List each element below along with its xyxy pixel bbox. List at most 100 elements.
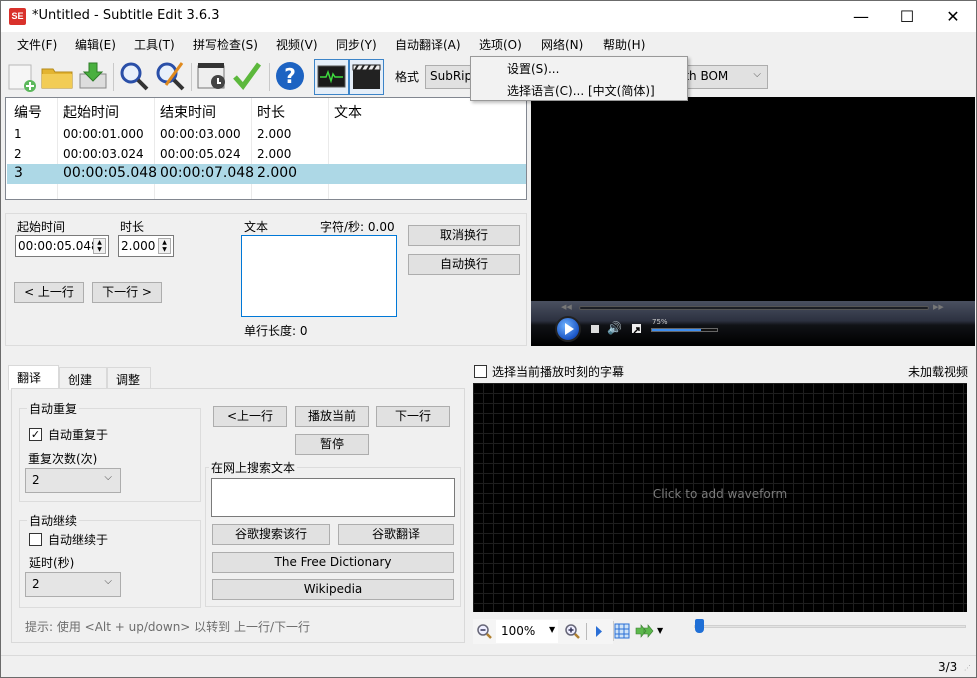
menu-network[interactable]: 网络(N): [541, 36, 583, 53]
visual-sync-icon[interactable]: [196, 60, 228, 92]
chars-per-second-label: 字符/秒: 0.00: [320, 220, 395, 234]
start-time-label: 起始时间: [17, 220, 66, 234]
menu-auto-translate[interactable]: 自动翻译(A): [395, 36, 461, 53]
table-row[interactable]: 1 00:00:01.000 00:00:03.000 2.000: [7, 124, 526, 144]
rewind-icon[interactable]: ◀◀: [561, 303, 572, 311]
minimize-icon: —: [853, 7, 869, 26]
svg-text:?: ?: [284, 64, 296, 88]
repeat-count-label: 重复次数(次): [28, 452, 98, 466]
subtitle-text-input[interactable]: [241, 235, 397, 317]
waveform-zoom-select[interactable]: 100% ▼: [496, 620, 558, 643]
cell-end: 00:00:03.000: [160, 127, 241, 141]
fast-forward-icon[interactable]: ▶▶: [933, 303, 944, 311]
web-search-input[interactable]: [211, 478, 455, 517]
video-toggle-button[interactable]: [349, 59, 384, 95]
app-window: SE *Untitled - Subtitle Edit 3.6.3 — ☐ ✕…: [0, 0, 977, 678]
google-search-button[interactable]: 谷歌搜索该行: [212, 524, 330, 545]
cell-duration: 2.000: [257, 165, 298, 181]
table-row[interactable]: 2 00:00:03.024 00:00:05.024 2.000: [7, 144, 526, 164]
free-dictionary-button[interactable]: The Free Dictionary: [212, 552, 454, 573]
spell-check-icon[interactable]: [231, 60, 263, 92]
window-title: *Untitled - Subtitle Edit 3.6.3: [32, 8, 220, 23]
play-button[interactable]: [555, 316, 581, 342]
keyboard-hint: 提示: 使用 <Alt + up/down> 以转到 上一行/下一行: [25, 620, 311, 634]
translate-tab-page: 自动重复 ✓ 自动重复于 重复次数(次) 2 ⌵ 自动继续 自动继续于 延时(秒…: [11, 388, 465, 643]
minimize-button[interactable]: —: [838, 1, 884, 32]
volume-icon[interactable]: 🔊: [607, 321, 622, 335]
auto-repeat-group-title: 自动重复: [27, 400, 80, 417]
tab-adjust[interactable]: 调整: [107, 367, 151, 389]
dropdown-arrow-icon[interactable]: ▼: [657, 626, 663, 635]
subtitle-list-header: 编号 起始时间 结束时间 时长 文本: [6, 98, 526, 124]
duration-input[interactable]: 2.000 ▲ ▼: [118, 235, 174, 257]
cell-number: 1: [14, 127, 22, 141]
menu-options[interactable]: 选项(O): [479, 36, 522, 53]
menu-sync[interactable]: 同步(Y): [336, 36, 377, 53]
zoom-in-icon[interactable]: [564, 623, 580, 639]
resize-grip-icon[interactable]: ⋰: [964, 664, 971, 672]
menu-video[interactable]: 视频(V): [276, 36, 318, 53]
menu-help[interactable]: 帮助(H): [603, 36, 645, 53]
waveform-toggle-button[interactable]: [314, 59, 349, 95]
tab-create[interactable]: 创建: [59, 367, 107, 389]
delay-select[interactable]: 2 ⌵: [25, 572, 121, 597]
volume-slider[interactable]: [651, 328, 718, 332]
repeat-count-select[interactable]: 2 ⌵: [25, 468, 121, 493]
open-folder-icon[interactable]: [41, 60, 73, 92]
menu-choose-language[interactable]: 选择语言(C)... [中文(简体)]: [507, 82, 655, 99]
menu-edit[interactable]: 编辑(E): [75, 36, 116, 53]
menu-settings[interactable]: 设置(S)...: [507, 60, 559, 77]
slider-thumb[interactable]: [695, 619, 704, 633]
menu-tools[interactable]: 工具(T): [134, 36, 175, 53]
next-line-button[interactable]: 下一行 >: [92, 282, 162, 303]
stop-button[interactable]: [591, 325, 599, 333]
next-line-button[interactable]: 下一行: [376, 406, 450, 427]
replace-icon[interactable]: [154, 60, 186, 92]
auto-break-button[interactable]: 自动换行: [408, 254, 520, 275]
fullscreen-button[interactable]: [632, 324, 641, 334]
tab-translate[interactable]: 翻译: [8, 365, 59, 390]
cell-duration: 2.000: [257, 127, 292, 141]
save-icon[interactable]: [77, 60, 109, 92]
waveform-area[interactable]: Click to add waveform: [473, 383, 967, 612]
add-waveform-hint[interactable]: Click to add waveform: [473, 487, 967, 501]
pause-button[interactable]: 暂停: [295, 434, 369, 455]
help-icon[interactable]: ?: [274, 60, 306, 92]
encoding-select[interactable]: ith BOM ⌵: [676, 65, 768, 89]
prev-line-button[interactable]: <上一行: [213, 406, 287, 427]
close-button[interactable]: ✕: [930, 1, 976, 32]
auto-repeat-checkbox[interactable]: ✓: [29, 428, 42, 441]
waveform-position-slider[interactable]: [694, 619, 966, 633]
spinner-arrows-icon[interactable]: ▲ ▼: [93, 238, 106, 254]
spectrogram-icon[interactable]: [614, 623, 630, 639]
clapperboard-icon: [352, 64, 381, 89]
prev-line-button[interactable]: < 上一行: [14, 282, 84, 303]
zoom-out-icon[interactable]: [476, 623, 492, 639]
select-current-subtitle-checkbox[interactable]: [474, 365, 487, 378]
next-arrows-icon[interactable]: [635, 624, 655, 638]
new-file-icon[interactable]: [6, 60, 38, 92]
maximize-button[interactable]: ☐: [884, 1, 930, 32]
menu-bar: 文件(F) 编辑(E) 工具(T) 拼写检查(S) 视频(V) 同步(Y) 自动…: [1, 32, 976, 88]
table-row-selected[interactable]: 3 00:00:05.048 00:00:07.048 2.000: [7, 164, 526, 184]
column-header-number[interactable]: 编号: [14, 102, 42, 122]
column-header-end[interactable]: 结束时间: [160, 102, 216, 122]
video-position-track[interactable]: [579, 306, 929, 310]
spinner-arrows-icon[interactable]: ▲ ▼: [158, 238, 171, 254]
unbreak-button[interactable]: 取消换行: [408, 225, 520, 246]
column-header-start[interactable]: 起始时间: [63, 102, 119, 122]
column-header-duration[interactable]: 时长: [257, 102, 285, 122]
menu-file[interactable]: 文件(F): [17, 36, 57, 53]
start-time-input[interactable]: 00:00:05.048 ▲ ▼: [15, 235, 109, 257]
wikipedia-button[interactable]: Wikipedia: [212, 579, 454, 600]
auto-continue-checkbox[interactable]: [29, 533, 42, 546]
menu-spellcheck[interactable]: 拼写检查(S): [193, 36, 258, 53]
column-header-text[interactable]: 文本: [334, 102, 362, 122]
chevron-down-icon: ⌵: [104, 472, 112, 483]
web-search-group-title: 在网上搜索文本: [209, 459, 298, 476]
google-translate-button[interactable]: 谷歌翻译: [338, 524, 454, 545]
play-icon[interactable]: [594, 624, 604, 639]
toolbar-separator: [586, 623, 587, 640]
find-icon[interactable]: [118, 60, 150, 92]
play-current-button[interactable]: 播放当前: [295, 406, 369, 427]
